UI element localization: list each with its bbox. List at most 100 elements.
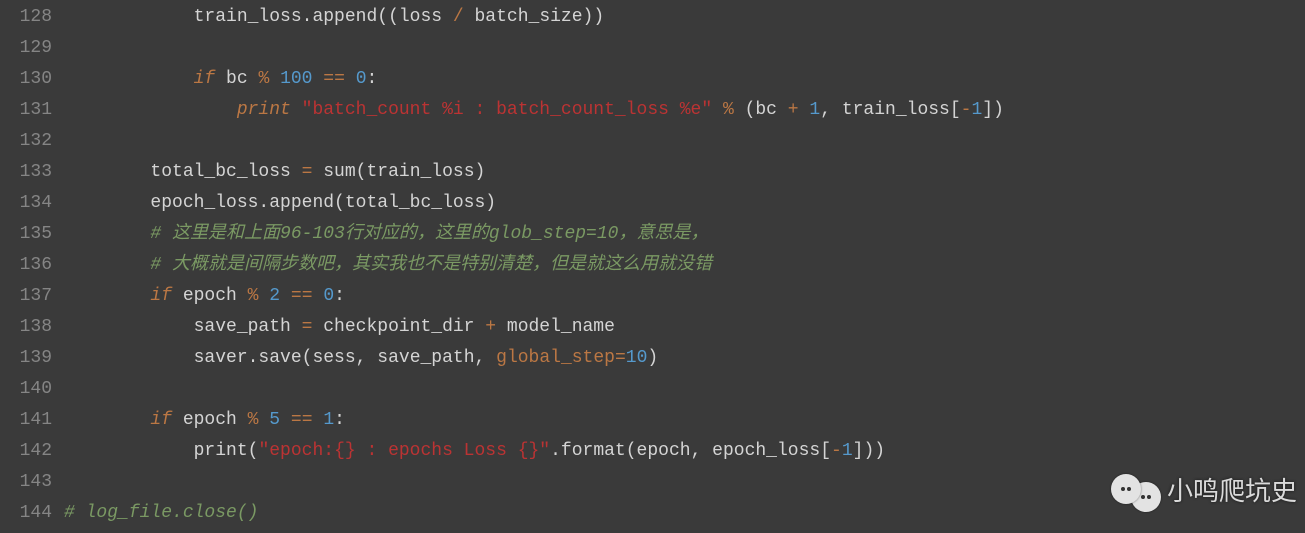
code-token: : [334, 286, 345, 306]
code-token: / [453, 7, 464, 27]
code-editor[interactable]: 1281291301311321331341351361371381391401… [0, 0, 1305, 533]
code-token: : [334, 410, 345, 430]
code-token [64, 255, 150, 275]
code-token: ( [334, 193, 345, 213]
line-number: 136 [0, 250, 52, 281]
code-line[interactable]: train_loss.append((loss / batch_size)) [64, 2, 1305, 33]
code-token: print [64, 441, 248, 461]
code-line[interactable] [64, 33, 1305, 64]
code-token: train_loss.append [64, 7, 377, 27]
code-token: loss [399, 7, 453, 27]
watermark-text: 小鸣爬坑史 [1167, 471, 1297, 513]
code-token: 10 [626, 348, 648, 368]
code-token: - [961, 100, 972, 120]
code-token: [ [820, 441, 831, 461]
code-token [258, 410, 269, 430]
code-token [280, 286, 291, 306]
code-token: save_path [366, 348, 474, 368]
code-token: ]) [982, 100, 1004, 120]
code-line[interactable]: saver.save(sess, save_path, global_step=… [64, 343, 1305, 374]
code-token: bc [215, 69, 258, 89]
code-token: == [291, 410, 313, 430]
code-token [64, 100, 237, 120]
code-line[interactable]: # 这里是和上面96-103行对应的，这里的glob_step=10，意思是， [64, 219, 1305, 250]
code-token [64, 286, 150, 306]
code-token [64, 69, 194, 89]
wechat-icon [1111, 472, 1163, 512]
line-number: 135 [0, 219, 52, 250]
code-token: epoch [172, 286, 248, 306]
code-token [291, 100, 302, 120]
code-token: % [248, 410, 259, 430]
line-number: 141 [0, 405, 52, 436]
code-token: ) [475, 162, 486, 182]
line-number: 133 [0, 157, 52, 188]
code-token: .format [550, 441, 626, 461]
line-number: 140 [0, 374, 52, 405]
code-token: # 这里是和上面96-103行对应的，这里的glob_step=10，意思是， [150, 224, 708, 244]
code-token: , [475, 348, 486, 368]
code-token [734, 100, 745, 120]
line-number: 139 [0, 343, 52, 374]
code-line[interactable]: if epoch % 5 == 1: [64, 405, 1305, 436]
code-token: == [323, 69, 345, 89]
code-token: "epoch:{} : epochs Loss {}" [258, 441, 550, 461]
code-token: if [194, 69, 216, 89]
code-token [345, 69, 356, 89]
code-token: train_loss [366, 162, 474, 182]
code-token: 2 [269, 286, 280, 306]
code-token: = [302, 317, 313, 337]
code-token: if [150, 286, 172, 306]
code-token: 5 [269, 410, 280, 430]
code-token: print [237, 100, 291, 120]
code-token [64, 224, 150, 244]
code-token: , [820, 100, 831, 120]
code-token: epoch [172, 410, 248, 430]
line-number: 142 [0, 436, 52, 467]
code-token: == [291, 286, 313, 306]
code-area[interactable]: train_loss.append((loss / batch_size)) i… [64, 0, 1305, 533]
code-token: , [691, 441, 702, 461]
code-line[interactable]: if bc % 100 == 0: [64, 64, 1305, 95]
code-token [312, 69, 323, 89]
code-token: ( [356, 162, 367, 182]
code-token [269, 69, 280, 89]
code-token: = [615, 348, 626, 368]
code-line[interactable]: epoch_loss.append(total_bc_loss) [64, 188, 1305, 219]
code-line[interactable]: if epoch % 2 == 0: [64, 281, 1305, 312]
code-token: total_bc_loss [64, 162, 302, 182]
code-token: sess [312, 348, 355, 368]
code-line[interactable]: total_bc_loss = sum(train_loss) [64, 157, 1305, 188]
line-number: 132 [0, 126, 52, 157]
code-line[interactable]: # 大概就是间隔步数吧，其实我也不是特别清楚，但是就这么用就没错 [64, 250, 1305, 281]
code-token: 100 [280, 69, 312, 89]
code-token: bc [755, 100, 787, 120]
line-number: 144 [0, 498, 52, 529]
code-line[interactable]: print "batch_count %i : batch_count_loss… [64, 95, 1305, 126]
code-token: # 大概就是间隔步数吧，其实我也不是特别清楚，但是就这么用就没错 [150, 255, 712, 275]
code-token: batch_size [464, 7, 583, 27]
line-number: 128 [0, 2, 52, 33]
code-token: checkpoint_dir [312, 317, 485, 337]
code-line[interactable] [64, 374, 1305, 405]
code-line[interactable]: save_path = checkpoint_dir + model_name [64, 312, 1305, 343]
line-number: 130 [0, 64, 52, 95]
code-line[interactable]: print("epoch:{} : epochs Loss {}".format… [64, 436, 1305, 467]
line-number: 129 [0, 33, 52, 64]
code-token [799, 100, 810, 120]
line-number-gutter: 1281291301311321331341351361371381391401… [0, 0, 64, 533]
code-line[interactable] [64, 126, 1305, 157]
code-token [485, 348, 496, 368]
code-token: saver.save [64, 348, 302, 368]
code-token: - [831, 441, 842, 461]
code-token: # log_file.close() [64, 503, 258, 523]
code-token: % [723, 100, 734, 120]
code-token: "batch_count %i : batch_count_loss %e" [302, 100, 712, 120]
code-token: ( [248, 441, 259, 461]
line-number: 137 [0, 281, 52, 312]
code-token: 1 [971, 100, 982, 120]
code-token: 0 [323, 286, 334, 306]
code-token: save_path [64, 317, 302, 337]
code-token: sum [312, 162, 355, 182]
code-token: model_name [496, 317, 615, 337]
